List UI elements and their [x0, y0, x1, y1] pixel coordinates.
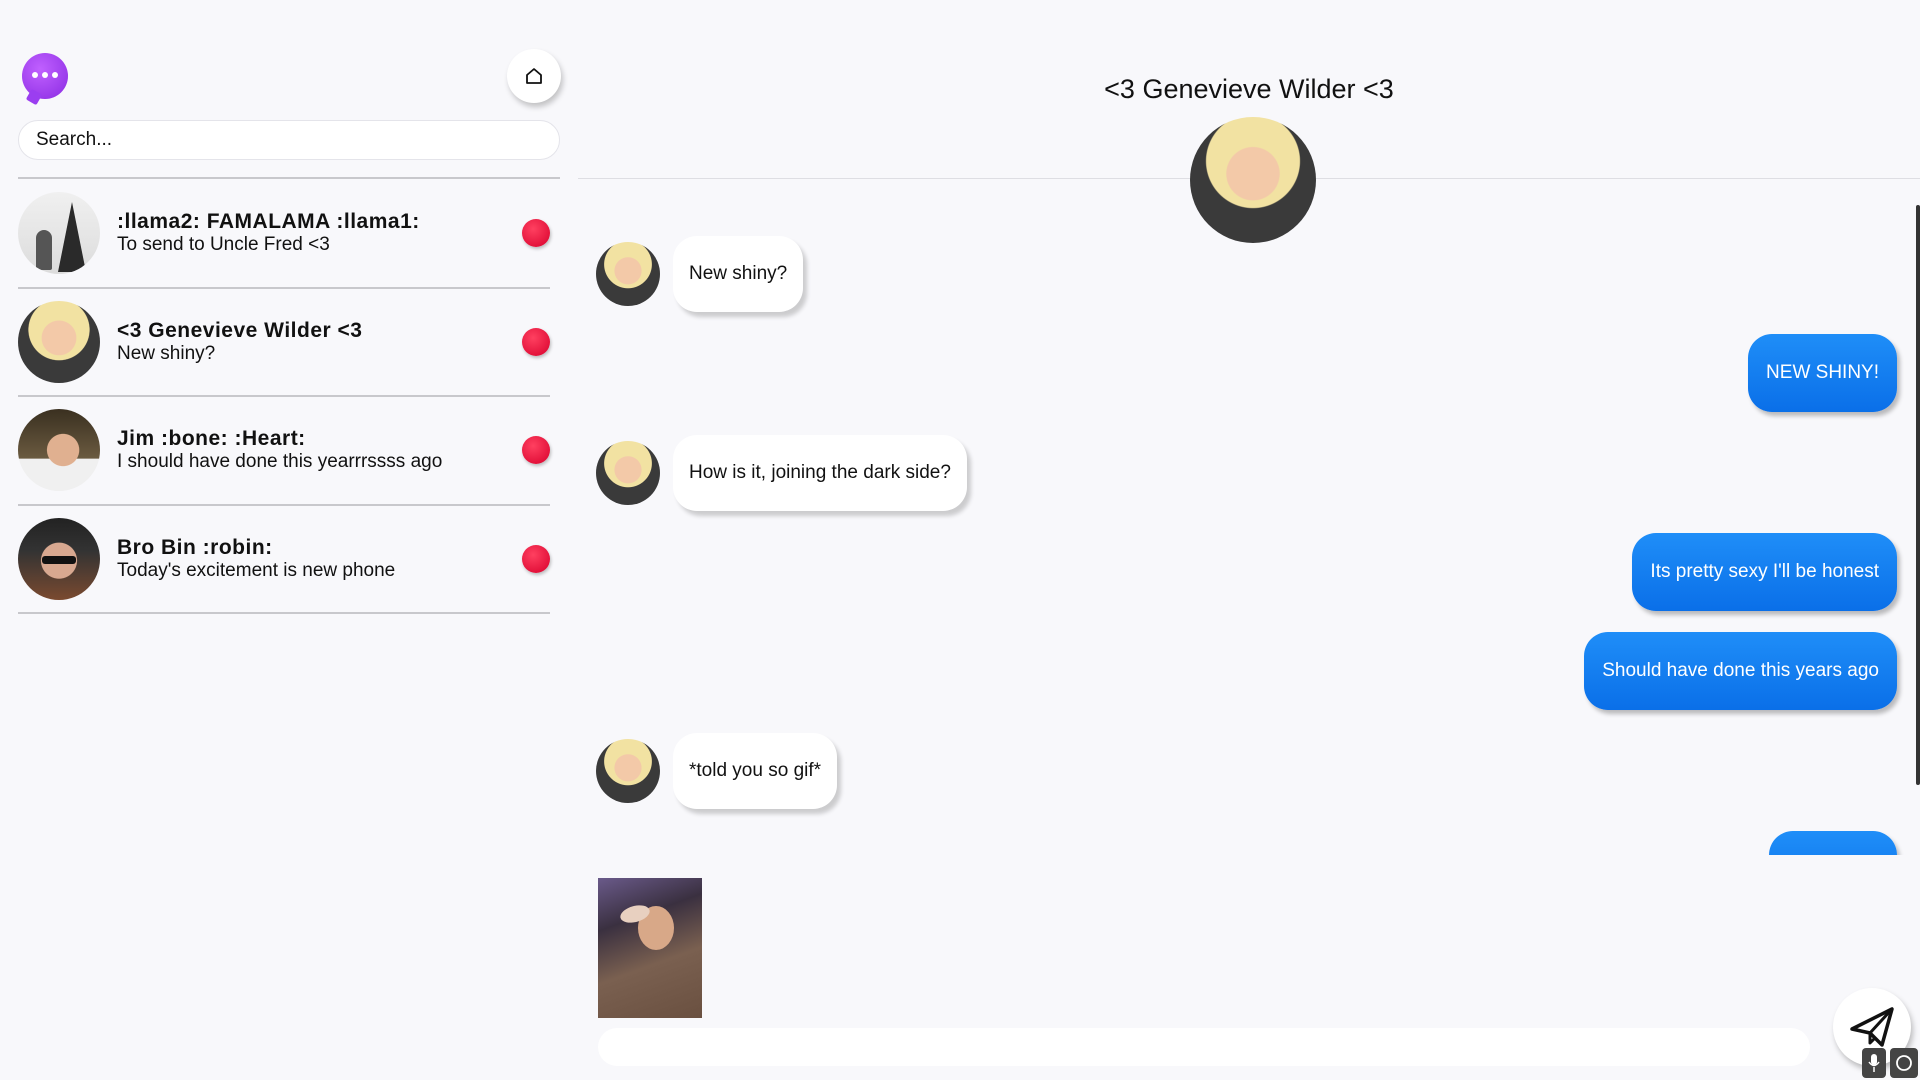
- conversation-name: <3 Genevieve Wilder <3: [117, 318, 363, 342]
- conversation-list: :llama2: FAMALAMA :llama1: To send to Un…: [18, 180, 550, 614]
- scrollbar[interactable]: [1916, 205, 1920, 785]
- circle-icon: [1896, 1055, 1912, 1071]
- conversation-item[interactable]: <3 Genevieve Wilder <3 New shiny?: [18, 289, 550, 397]
- divider: [18, 177, 560, 179]
- avatar: [18, 409, 100, 491]
- outgoing-message: [1769, 831, 1897, 855]
- chat-title: <3 Genevieve Wilder <3: [1104, 74, 1394, 104]
- unread-indicator: [522, 544, 550, 573]
- conversation-preview: To send to Uncle Fred <3: [117, 234, 330, 255]
- conversation-preview: Today's excitement is new phone: [117, 559, 396, 581]
- avatar: [18, 192, 100, 274]
- mic-button[interactable]: [1862, 1048, 1886, 1078]
- record-button[interactable]: [1890, 1048, 1918, 1078]
- contact-avatar[interactable]: [1190, 117, 1316, 243]
- incoming-message: New shiny?: [673, 236, 804, 312]
- message-list[interactable]: New shiny? NEW SHINY! How is it, joining…: [578, 180, 1920, 855]
- send-icon: [1850, 1007, 1894, 1047]
- conversation-name: :llama2: FAMALAMA :llama1:: [117, 210, 420, 233]
- avatar: [596, 441, 660, 505]
- message-input[interactable]: [598, 1028, 1810, 1066]
- conversation-item[interactable]: Jim :bone: :Heart: I should have done th…: [18, 397, 550, 506]
- outgoing-message: Its pretty sexy I'll be honest: [1632, 533, 1897, 611]
- conversation-item[interactable]: Bro Bin :robin: Today's excitement is ne…: [18, 506, 550, 614]
- sidebar: :llama2: FAMALAMA :llama1: To send to Un…: [0, 0, 566, 1080]
- home-icon: [526, 68, 542, 84]
- outgoing-message: NEW SHINY!: [1748, 334, 1897, 412]
- avatar: [596, 739, 660, 803]
- incoming-message: How is it, joining the dark side?: [673, 435, 967, 511]
- conversation-item[interactable]: :llama2: FAMALAMA :llama1: To send to Un…: [18, 180, 550, 289]
- mic-icon: [1868, 1054, 1880, 1072]
- avatar: [18, 300, 100, 383]
- conversation-preview: I should have done this yearrrssss ago: [117, 451, 443, 472]
- unread-indicator: [522, 436, 550, 464]
- gif-attachment[interactable]: [598, 878, 702, 1018]
- chat-bubble-icon[interactable]: [22, 53, 68, 99]
- chat-panel: <3 Genevieve Wilder <3 New shiny? NEW SH…: [578, 0, 1920, 1080]
- conversation-preview: New shiny?: [117, 342, 216, 364]
- search-input[interactable]: [18, 120, 560, 160]
- outgoing-message: Should have done this years ago: [1584, 632, 1897, 710]
- unread-indicator: [522, 327, 550, 356]
- conversation-name: Jim :bone: :Heart:: [117, 427, 306, 450]
- avatar: [18, 517, 100, 600]
- avatar: [596, 242, 660, 306]
- conversation-name: Bro Bin :robin:: [117, 535, 273, 559]
- unread-indicator: [522, 219, 550, 247]
- incoming-message: *told you so gif*: [673, 733, 838, 809]
- home-button[interactable]: [507, 49, 561, 103]
